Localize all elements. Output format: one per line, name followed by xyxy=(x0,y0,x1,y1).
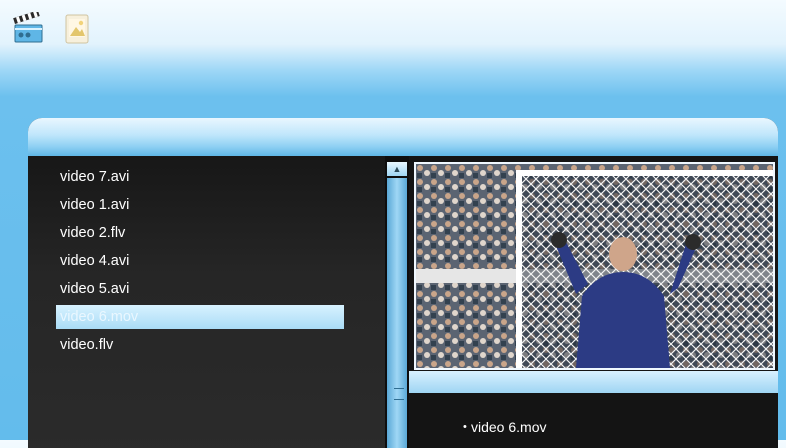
clapperboard-icon[interactable] xyxy=(11,10,45,46)
top-bar xyxy=(0,0,786,60)
scrollbar[interactable]: ▲ xyxy=(385,156,409,448)
scroll-grip xyxy=(394,388,404,400)
preview-info-bar xyxy=(409,371,778,393)
bullet-icon: • xyxy=(463,421,467,433)
list-item[interactable]: video 1.avi xyxy=(56,193,344,217)
file-list: video 7.avi video 1.avi video 2.flv vide… xyxy=(28,156,385,448)
media-browser-panel: video 7.avi video 1.avi video 2.flv vide… xyxy=(28,118,778,448)
list-item[interactable]: video 5.avi xyxy=(56,277,344,301)
video-preview-frame xyxy=(414,162,775,370)
list-item[interactable]: video 4.avi xyxy=(56,249,344,273)
list-item-selected[interactable]: video 6.mov xyxy=(56,305,344,329)
preview-area: • video 6.mov xyxy=(409,156,778,448)
scroll-up-arrow-icon[interactable]: ▲ xyxy=(387,162,407,176)
list-item[interactable]: video.flv xyxy=(56,333,344,357)
video-thumbnail xyxy=(416,164,773,368)
selected-file-title: video 6.mov xyxy=(471,419,547,435)
list-item[interactable]: video 7.avi xyxy=(56,165,344,189)
list-item[interactable]: video 2.flv xyxy=(56,221,344,245)
panel-header xyxy=(28,118,778,156)
scroll-thumb[interactable] xyxy=(387,178,407,448)
photo-icon[interactable] xyxy=(60,12,94,46)
